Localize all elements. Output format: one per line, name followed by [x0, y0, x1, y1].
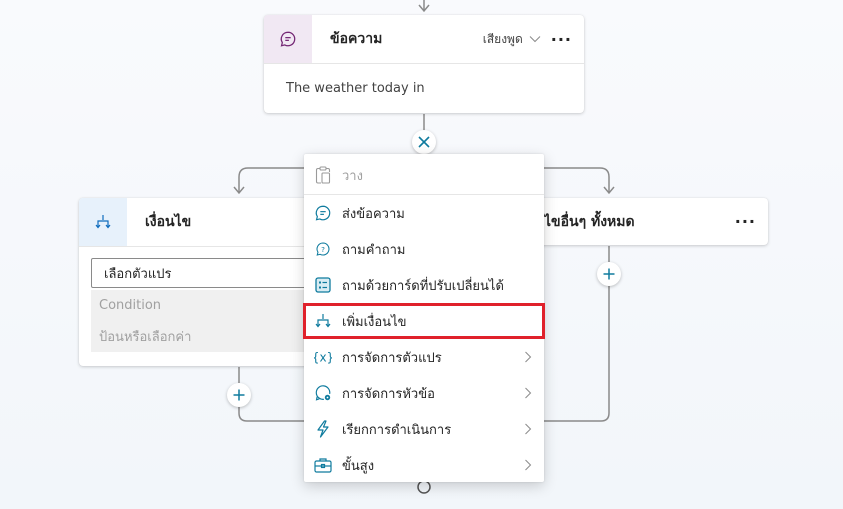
chat-bubble-icon — [315, 205, 331, 221]
menu-item-label: การจัดการหัวข้อ — [342, 386, 435, 402]
question-bubble-icon: ? — [316, 242, 330, 256]
condition-node-title: เงื่อนไข — [145, 214, 192, 230]
select-variable-placeholder: เลือกตัวแปร — [104, 266, 172, 282]
variable-icon: {x} — [314, 351, 332, 365]
menu-item-advanced[interactable]: ขั้นสูง — [304, 447, 544, 483]
adaptive-card-icon — [315, 277, 331, 293]
menu-item-variable-management[interactable]: {x} การจัดการตัวแปร — [304, 339, 544, 375]
message-icon-tile — [264, 15, 312, 63]
toolbox-icon — [314, 458, 332, 473]
condition-node[interactable]: เงื่อนไข เลือกตัวแปร Condition ป้อนหรือเ… — [79, 198, 321, 366]
menu-item-label: เรียกการดำเนินการ — [342, 422, 452, 438]
chevron-right-icon — [525, 423, 532, 435]
condition-operator-field[interactable]: Condition — [91, 290, 321, 321]
plus-icon — [233, 389, 245, 401]
menu-item-call-action[interactable]: เรียกการดำเนินการ — [304, 411, 544, 447]
condition-value-field[interactable]: ป้อนหรือเลือกค่า — [91, 321, 321, 352]
more-options-button[interactable]: ··· — [551, 30, 572, 49]
close-icon — [418, 136, 430, 148]
branch-icon — [315, 314, 331, 328]
menu-item-label: การจัดการตัวแปร — [342, 350, 442, 366]
menu-item-label: ส่งข้อความ — [342, 206, 405, 222]
branch-icon — [95, 215, 111, 229]
clipboard-paste-icon — [315, 166, 331, 184]
message-node-title: ข้อความ — [330, 31, 383, 47]
connector-right-merge — [544, 286, 610, 422]
speech-dropdown-label: เสียงพูด — [482, 31, 523, 46]
else-node-title: ไขอื่นๆ ทั้งหมด — [544, 213, 635, 230]
menu-item-send-message[interactable]: ส่งข้อความ — [304, 195, 544, 231]
svg-text:{x}: {x} — [314, 351, 332, 365]
speech-dropdown[interactable]: เสียงพูด — [483, 30, 541, 49]
condition-expression-box: Condition ป้อนหรือเลือกค่า — [91, 290, 321, 352]
menu-item-ask-question[interactable]: ? ถามคำถาม — [304, 231, 544, 267]
menu-item-ask-adaptive-card[interactable]: ถามด้วยการ์ดที่ปรับเปลี่ยนได้ — [304, 267, 544, 303]
add-node-button-left[interactable] — [227, 383, 251, 407]
add-node-button-right[interactable] — [597, 262, 621, 286]
chat-bubble-icon — [280, 31, 296, 47]
connector-left-merge — [238, 406, 304, 422]
chevron-right-icon — [525, 459, 532, 471]
close-add-menu-button[interactable] — [412, 130, 436, 154]
menu-item-add-condition[interactable]: เพิ่มเงื่อนไข — [303, 303, 545, 339]
menu-item-label: ขั้นสูง — [342, 458, 375, 474]
message-node[interactable]: ข้อความ เสียงพูด ··· The weather today i… — [264, 15, 584, 113]
menu-item-label: ถามคำถาม — [342, 242, 406, 258]
topic-settings-icon — [315, 385, 331, 401]
menu-item-label: วาง — [342, 168, 363, 184]
menu-item-topic-management[interactable]: การจัดการหัวข้อ — [304, 375, 544, 411]
chevron-right-icon — [525, 351, 532, 363]
else-more-options-button[interactable]: ··· — [735, 212, 756, 231]
chevron-right-icon — [525, 387, 532, 399]
plus-icon — [603, 268, 615, 280]
chevron-down-icon — [529, 36, 541, 43]
message-body-text[interactable]: The weather today in — [264, 64, 584, 113]
menu-item-label: ถามด้วยการ์ดที่ปรับเปลี่ยนได้ — [342, 278, 504, 294]
add-node-menu: วาง ส่งข้อความ ? ถามคำถาม ถามด้วยการ์ดที… — [303, 154, 545, 483]
select-variable-input[interactable]: เลือกตัวแปร — [91, 258, 321, 288]
condition-icon-tile — [79, 198, 127, 246]
menu-item-label: เพิ่มเงื่อนไข — [342, 314, 407, 330]
svg-text:?: ? — [321, 245, 325, 254]
menu-item-paste[interactable]: วาง — [304, 157, 544, 193]
lightning-icon — [317, 420, 329, 438]
